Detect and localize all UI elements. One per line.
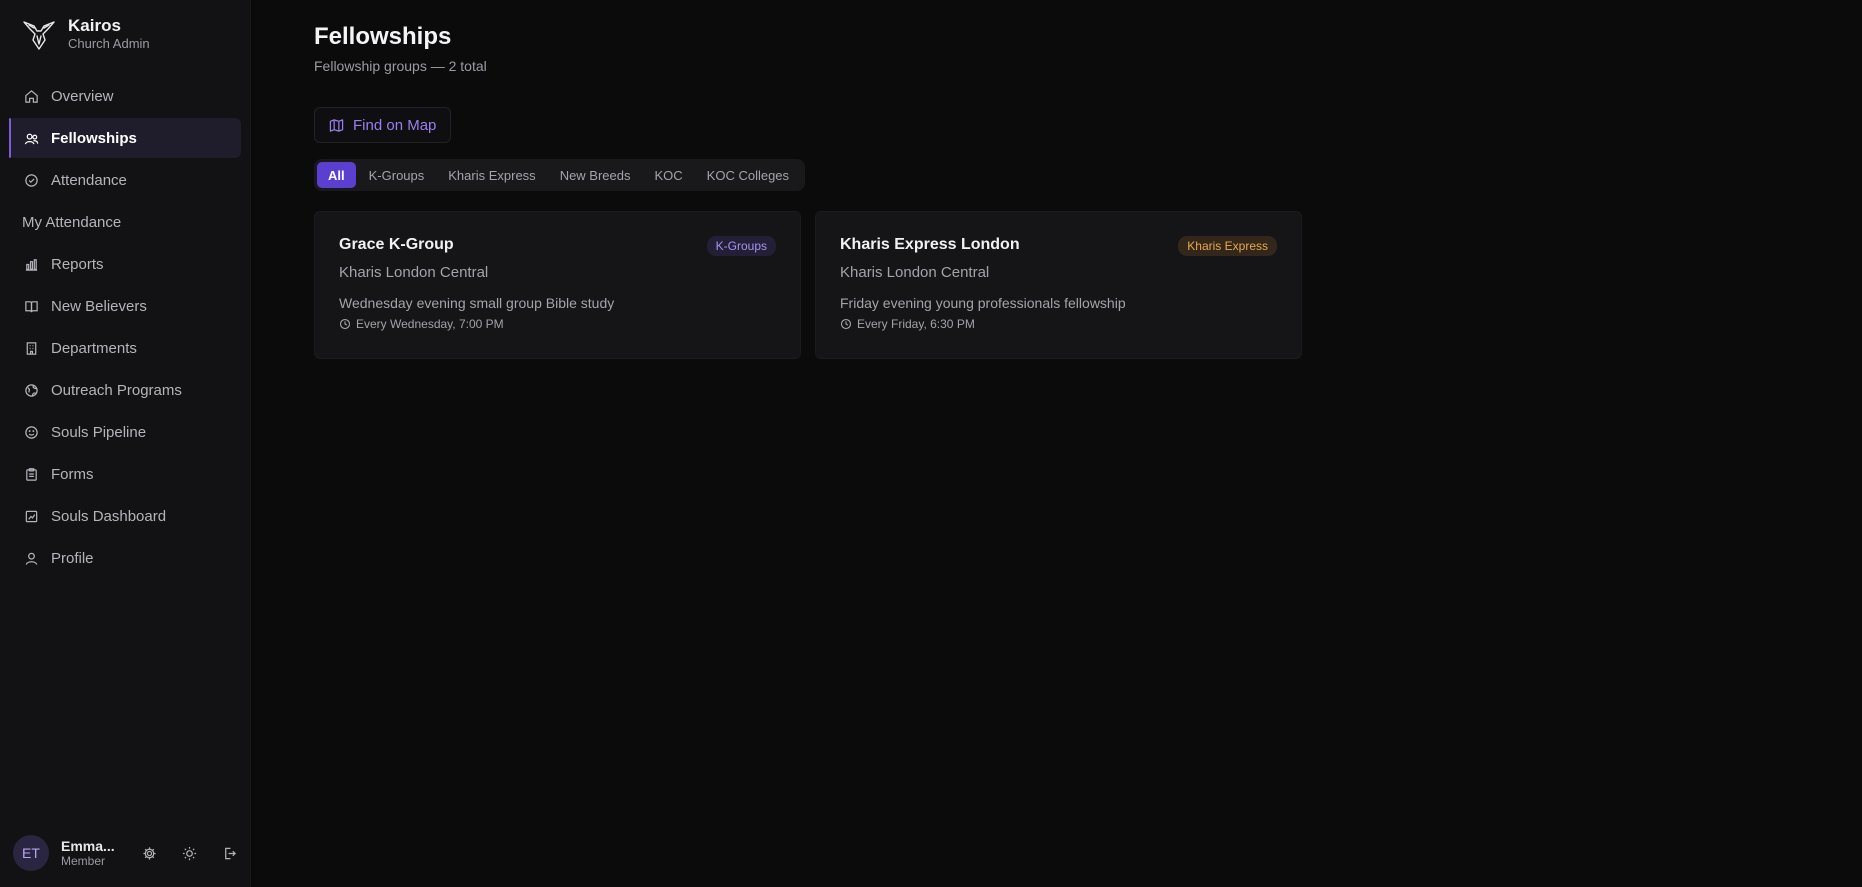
category-badge: Kharis Express xyxy=(1178,236,1277,256)
globe-icon xyxy=(23,382,39,398)
theme-toggle-button[interactable] xyxy=(169,837,209,869)
tab-all[interactable]: All xyxy=(317,162,356,188)
sidebar: Kairos Church Admin Overview Fellowships xyxy=(0,0,251,887)
brand-title: Kairos xyxy=(68,16,121,35)
tab-koc[interactable]: KOC xyxy=(644,162,694,188)
smile-icon xyxy=(23,424,39,440)
brand[interactable]: Kairos Church Admin xyxy=(0,0,250,68)
sidebar-item-label: Souls Dashboard xyxy=(51,507,167,525)
avatar[interactable]: ET xyxy=(13,835,49,871)
sidebar-item-label: Forms xyxy=(51,465,94,483)
user-icon xyxy=(23,550,39,566)
card-description: Friday evening young professionals fello… xyxy=(840,295,1126,311)
sidebar-item-souls-pipeline[interactable]: Souls Pipeline xyxy=(9,412,241,452)
user-name: Emma... xyxy=(61,838,115,854)
tab-koc-colleges[interactable]: KOC Colleges xyxy=(696,162,800,188)
app-root: Kairos Church Admin Overview Fellowships xyxy=(0,0,1862,887)
fellowship-card[interactable]: Kharis Express London Kharis Express Kha… xyxy=(815,211,1302,359)
find-on-map-label: Find on Map xyxy=(353,116,437,134)
clock-icon xyxy=(339,318,351,330)
sidebar-item-overview[interactable]: Overview xyxy=(9,76,241,116)
card-schedule: Every Friday, 6:30 PM xyxy=(840,317,1277,331)
page-subtitle: Fellowship groups — 2 total xyxy=(314,58,487,74)
gear-icon xyxy=(142,846,157,861)
card-description: Wednesday evening small group Bible stud… xyxy=(339,295,615,311)
category-badge: K-Groups xyxy=(706,236,776,256)
sidebar-item-new-believers[interactable]: New Believers xyxy=(9,286,241,326)
fellowship-cards: Grace K-Group K-Groups Kharis London Cen… xyxy=(314,211,1862,359)
check-circle-icon xyxy=(23,172,39,188)
sidebar-item-fellowships[interactable]: Fellowships xyxy=(9,118,241,158)
sidebar-item-profile[interactable]: Profile xyxy=(9,538,241,578)
sidebar-item-forms[interactable]: Forms xyxy=(9,454,241,494)
sidebar-item-label: New Believers xyxy=(51,297,147,315)
sun-icon xyxy=(182,846,197,861)
sidebar-item-departments[interactable]: Departments xyxy=(9,328,241,368)
find-on-map-button[interactable]: Find on Map xyxy=(314,107,452,143)
dove-icon xyxy=(21,16,57,52)
user-role: Member xyxy=(61,854,106,868)
sidebar-item-label: Outreach Programs xyxy=(51,381,182,399)
sidebar-item-souls-dashboard[interactable]: Souls Dashboard xyxy=(9,496,241,536)
sidebar-item-label: Fellowships xyxy=(51,129,137,147)
sidebar-item-label: Overview xyxy=(51,87,114,105)
logout-icon xyxy=(222,846,237,861)
book-icon xyxy=(23,298,39,314)
tab-new-breeds[interactable]: New Breeds xyxy=(549,162,642,188)
sidebar-item-label: Souls Pipeline xyxy=(51,423,147,441)
main-content: Fellowships Fellowship groups — 2 total … xyxy=(251,0,1862,887)
schedule-text: Every Wednesday, 7:00 PM xyxy=(356,317,504,331)
map-icon xyxy=(329,118,344,133)
dashboard-icon xyxy=(23,508,39,524)
home-icon xyxy=(23,88,39,104)
sidebar-item-label: Attendance xyxy=(51,171,127,189)
clipboard-icon xyxy=(23,466,39,482)
sidebar-item-label: Departments xyxy=(51,339,137,357)
schedule-text: Every Friday, 6:30 PM xyxy=(857,317,975,331)
card-location: Kharis London Central xyxy=(840,264,990,281)
logout-button[interactable] xyxy=(209,837,249,869)
card-location: Kharis London Central xyxy=(339,264,489,281)
sidebar-item-outreach-programs[interactable]: Outreach Programs xyxy=(9,370,241,410)
sidebar-item-label: Profile xyxy=(51,549,94,567)
bar-chart-icon xyxy=(23,256,39,272)
clock-icon xyxy=(840,318,852,330)
tab-kharis-express[interactable]: Kharis Express xyxy=(437,162,546,188)
users-icon xyxy=(23,130,39,146)
settings-button[interactable] xyxy=(129,837,169,869)
sidebar-item-label: Reports xyxy=(51,255,104,273)
sidebar-item-reports[interactable]: Reports xyxy=(9,244,241,284)
brand-subtitle: Church Admin xyxy=(68,36,150,51)
page-title: Fellowships xyxy=(314,23,452,50)
sidebar-item-my-attendance[interactable]: My Attendance xyxy=(9,202,241,242)
fellowship-card[interactable]: Grace K-Group K-Groups Kharis London Cen… xyxy=(314,211,801,359)
tab-k-groups[interactable]: K-Groups xyxy=(358,162,436,188)
building-icon xyxy=(23,340,39,356)
sidebar-item-label: My Attendance xyxy=(22,213,122,231)
user-bar: ET Emma... Member xyxy=(0,819,250,887)
card-schedule: Every Wednesday, 7:00 PM xyxy=(339,317,776,331)
category-tabs: All K-Groups Kharis Express New Breeds K… xyxy=(314,159,806,191)
sidebar-item-attendance[interactable]: Attendance xyxy=(9,160,241,200)
sidebar-nav: Overview Fellowships Attendance My Atten… xyxy=(0,76,250,578)
